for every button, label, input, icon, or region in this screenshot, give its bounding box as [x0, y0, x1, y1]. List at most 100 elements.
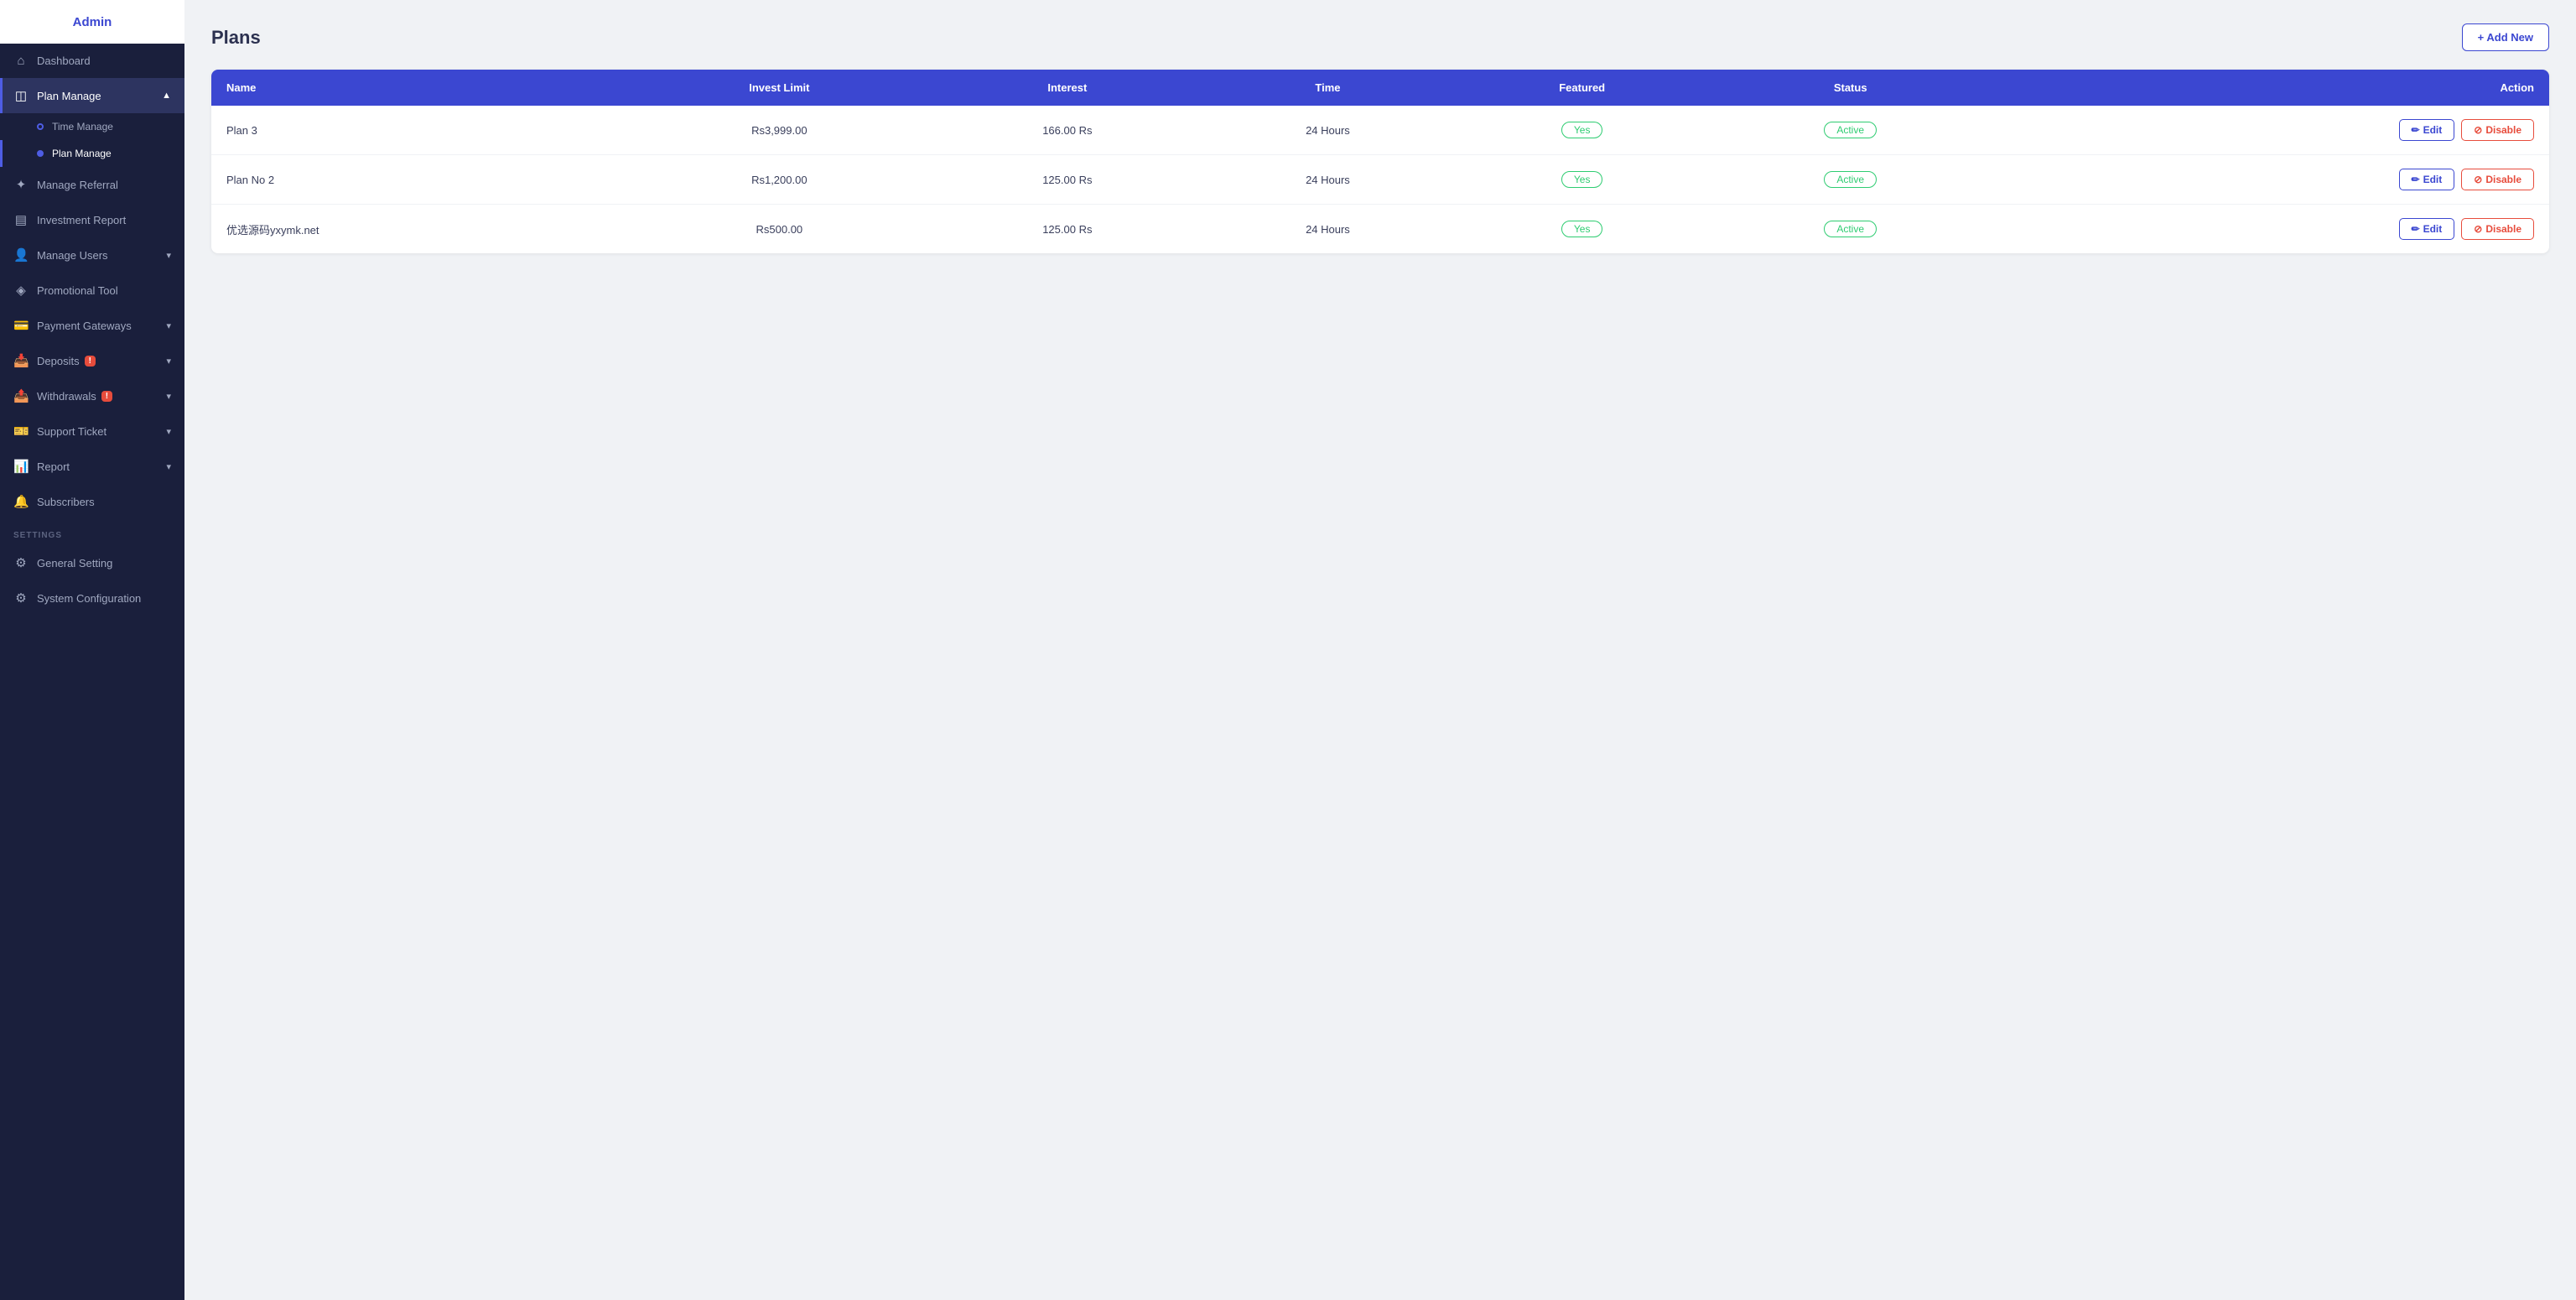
cell-interest-1: 125.00 Rs	[932, 155, 1202, 205]
sidebar-label-investment-report: Investment Report	[37, 214, 126, 226]
cell-name-2: 优选源码yxymk.net	[211, 205, 626, 254]
chevron-down-icon-6: ▾	[166, 461, 171, 472]
edit-icon-0: ✏	[2412, 124, 2420, 136]
disable-button-1[interactable]: ⊘ Disable	[2461, 169, 2534, 190]
sidebar-label-dashboard: Dashboard	[37, 55, 91, 67]
disable-button-0[interactable]: ⊘ Disable	[2461, 119, 2534, 141]
sidebar-item-investment-report[interactable]: ▤ Investment Report	[0, 202, 184, 237]
cell-name-1: Plan No 2	[211, 155, 626, 205]
main-content: Plans + Add New Name Invest Limit Intere…	[184, 0, 2576, 1300]
system-configuration-icon: ⚙	[13, 590, 29, 606]
cell-invest-limit-0: Rs3,999.00	[626, 106, 932, 155]
deposits-badge: !	[85, 356, 96, 367]
col-featured: Featured	[1453, 70, 1711, 106]
edit-icon-2: ✏	[2412, 223, 2420, 235]
sidebar-label-report: Report	[37, 460, 70, 473]
table-row: Plan 3 Rs3,999.00 166.00 Rs 24 Hours Yes…	[211, 106, 2549, 155]
content-area: Plans + Add New Name Invest Limit Intere…	[184, 0, 2576, 1300]
subscribers-icon: 🔔	[13, 494, 29, 509]
chevron-down-icon-2: ▾	[166, 320, 171, 331]
status-badge-1: Active	[1824, 171, 1877, 188]
plan-manage-icon: ◫	[13, 88, 29, 103]
sidebar-subitem-time-manage[interactable]: Time Manage	[0, 113, 184, 140]
col-name: Name	[211, 70, 626, 106]
table-row: 优选源码yxymk.net Rs500.00 125.00 Rs 24 Hour…	[211, 205, 2549, 254]
sidebar-label-time-manage: Time Manage	[52, 121, 113, 133]
action-btns-2: ✏ Edit ⊘ Disable	[2005, 218, 2534, 240]
sidebar-item-dashboard[interactable]: ⌂ Dashboard	[0, 44, 184, 78]
cell-featured-0: Yes	[1453, 106, 1711, 155]
sidebar-item-deposits[interactable]: 📥 Deposits ! ▾	[0, 343, 184, 378]
sidebar-item-support-ticket[interactable]: 🎫 Support Ticket ▾	[0, 413, 184, 449]
add-new-button[interactable]: + Add New	[2462, 23, 2549, 51]
col-invest-limit: Invest Limit	[626, 70, 932, 106]
manage-referral-icon: ✦	[13, 177, 29, 192]
disable-icon-0: ⊘	[2474, 124, 2482, 136]
page-header: Plans + Add New	[211, 23, 2549, 51]
chevron-up-icon: ▲	[162, 91, 171, 101]
sidebar-item-manage-users[interactable]: 👤 Manage Users ▾	[0, 237, 184, 273]
sidebar-logo: Admin	[0, 0, 184, 44]
sidebar-subitem-plan-manage[interactable]: Plan Manage	[0, 140, 184, 167]
sidebar-item-general-setting[interactable]: ⚙ General Setting	[0, 545, 184, 580]
sidebar-label-manage-referral: Manage Referral	[37, 179, 118, 191]
cell-interest-0: 166.00 Rs	[932, 106, 1202, 155]
disable-button-2[interactable]: ⊘ Disable	[2461, 218, 2534, 240]
dashboard-icon: ⌂	[13, 54, 29, 68]
cell-time-2: 24 Hours	[1202, 205, 1454, 254]
cell-time-1: 24 Hours	[1202, 155, 1454, 205]
edit-button-1[interactable]: ✏ Edit	[2399, 169, 2455, 190]
support-ticket-icon: 🎫	[13, 424, 29, 439]
investment-report-icon: ▤	[13, 212, 29, 227]
cell-featured-2: Yes	[1453, 205, 1711, 254]
cell-time-0: 24 Hours	[1202, 106, 1454, 155]
sidebar-item-plan-manage[interactable]: ◫ Plan Manage ▲	[0, 78, 184, 113]
featured-badge-2: Yes	[1561, 221, 1603, 237]
sidebar-label-plan-manage-sub: Plan Manage	[52, 148, 112, 159]
sidebar-label-general-setting: General Setting	[37, 557, 112, 569]
sidebar-label-support-ticket: Support Ticket	[37, 425, 106, 438]
sidebar-label-promotional-tool: Promotional Tool	[37, 284, 118, 297]
disable-icon-2: ⊘	[2474, 223, 2482, 235]
cell-status-0: Active	[1711, 106, 1990, 155]
table-header-row: Name Invest Limit Interest Time Featured…	[211, 70, 2549, 106]
chevron-down-icon: ▾	[166, 250, 171, 261]
sidebar-item-promotional-tool[interactable]: ◈ Promotional Tool	[0, 273, 184, 308]
deposits-icon: 📥	[13, 353, 29, 368]
col-action: Action	[1990, 70, 2549, 106]
sidebar-item-payment-gateways[interactable]: 💳 Payment Gateways ▾	[0, 308, 184, 343]
sidebar-item-report[interactable]: 📊 Report ▾	[0, 449, 184, 484]
featured-badge-0: Yes	[1561, 122, 1603, 138]
col-status: Status	[1711, 70, 1990, 106]
logo-text: Admin	[73, 15, 112, 29]
chevron-down-icon-4: ▾	[166, 391, 171, 402]
cell-action-0: ✏ Edit ⊘ Disable	[1990, 106, 2549, 155]
dot-icon	[37, 123, 44, 130]
chevron-down-icon-5: ▾	[166, 426, 171, 437]
edit-icon-1: ✏	[2412, 174, 2420, 185]
general-setting-icon: ⚙	[13, 555, 29, 570]
sidebar-label-manage-users: Manage Users	[37, 249, 108, 262]
sidebar-label-system-configuration: System Configuration	[37, 592, 141, 605]
cell-status-2: Active	[1711, 205, 1990, 254]
edit-button-0[interactable]: ✏ Edit	[2399, 119, 2455, 141]
payment-gateways-icon: 💳	[13, 318, 29, 333]
sidebar-item-subscribers[interactable]: 🔔 Subscribers	[0, 484, 184, 519]
col-interest: Interest	[932, 70, 1202, 106]
sidebar-item-manage-referral[interactable]: ✦ Manage Referral	[0, 167, 184, 202]
sidebar-item-system-configuration[interactable]: ⚙ System Configuration	[0, 580, 184, 616]
page-title: Plans	[211, 27, 261, 49]
table-row: Plan No 2 Rs1,200.00 125.00 Rs 24 Hours …	[211, 155, 2549, 205]
report-icon: 📊	[13, 459, 29, 474]
sidebar-label-deposits: Deposits	[37, 355, 80, 367]
withdrawals-badge: !	[101, 391, 112, 402]
plans-table: Name Invest Limit Interest Time Featured…	[211, 70, 2549, 253]
cell-status-1: Active	[1711, 155, 1990, 205]
status-badge-0: Active	[1824, 122, 1877, 138]
sidebar-item-withdrawals[interactable]: 📤 Withdrawals ! ▾	[0, 378, 184, 413]
sidebar-label-withdrawals: Withdrawals	[37, 390, 96, 403]
edit-button-2[interactable]: ✏ Edit	[2399, 218, 2455, 240]
withdrawals-icon: 📤	[13, 388, 29, 403]
promotional-tool-icon: ◈	[13, 283, 29, 298]
status-badge-2: Active	[1824, 221, 1877, 237]
